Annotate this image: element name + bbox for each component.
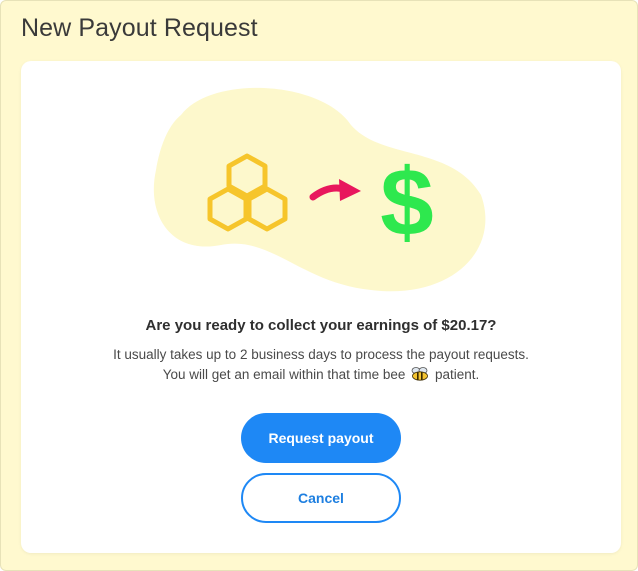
dollar-icon: $ <box>380 149 433 256</box>
payout-modal: New Payout Request $ Are you ready to co… <box>0 0 638 571</box>
earnings-question: Are you ready to collect your earnings o… <box>145 317 497 334</box>
modal-title: New Payout Request <box>21 14 258 42</box>
payout-info-end: patient. <box>434 367 480 382</box>
bee-icon <box>411 367 429 381</box>
payout-illustration: $ <box>153 87 486 292</box>
modal-card: $ Are you ready to collect your earnings… <box>21 61 621 553</box>
cancel-button[interactable]: Cancel <box>241 473 401 523</box>
request-payout-button[interactable]: Request payout <box>241 413 401 463</box>
payout-info: It usually takes up to 2 business days t… <box>111 345 531 385</box>
